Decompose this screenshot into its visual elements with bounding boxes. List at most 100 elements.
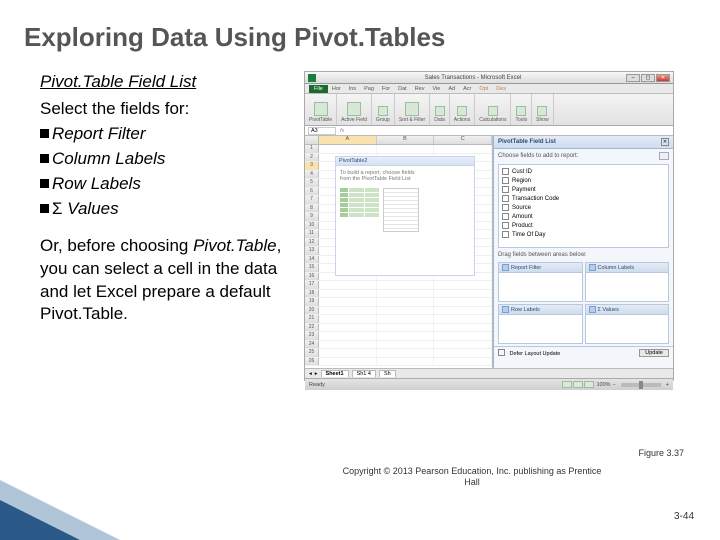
fx-icon[interactable]: fx — [340, 128, 344, 134]
zone-column-labels[interactable]: Column Labels — [585, 262, 670, 302]
row-header[interactable]: 16 — [305, 273, 319, 281]
pagebreak-view-button[interactable] — [584, 381, 594, 388]
close-button[interactable]: ✕ — [656, 74, 670, 82]
column-header[interactable]: B — [377, 136, 435, 144]
tab-nav-icon[interactable]: ▸ — [315, 371, 318, 377]
context-tab[interactable]: Des — [492, 85, 510, 93]
field-item[interactable]: Cust ID — [502, 168, 665, 175]
checkbox-icon[interactable] — [502, 195, 509, 202]
file-tab[interactable]: File — [309, 85, 328, 93]
cell[interactable] — [434, 358, 492, 366]
cell[interactable] — [377, 341, 435, 349]
cell[interactable] — [434, 290, 492, 298]
ribbon-tab[interactable]: Hor — [328, 85, 345, 93]
checkbox-icon[interactable] — [502, 177, 509, 184]
column-header[interactable]: A — [319, 136, 377, 144]
row-header[interactable]: 25 — [305, 349, 319, 357]
minimize-button[interactable]: – — [626, 74, 640, 82]
name-box[interactable]: A3 — [308, 127, 336, 135]
ribbon-group[interactable]: Active Field — [337, 94, 372, 125]
row-header[interactable]: 8 — [305, 205, 319, 213]
cell[interactable] — [377, 324, 435, 332]
cell[interactable] — [377, 281, 435, 289]
cell[interactable] — [319, 358, 377, 366]
ribbon-tab[interactable]: Vie — [428, 85, 444, 93]
row-header[interactable]: 9 — [305, 213, 319, 221]
update-button[interactable]: Update — [639, 349, 669, 357]
row-header[interactable]: 26 — [305, 358, 319, 366]
zoom-out-button[interactable]: − — [613, 382, 616, 388]
row-header[interactable]: 12 — [305, 239, 319, 247]
cell[interactable] — [319, 324, 377, 332]
zoom-slider[interactable] — [621, 383, 661, 387]
ribbon-tab[interactable]: Dat — [394, 85, 411, 93]
field-item[interactable]: Transaction Code — [502, 195, 665, 202]
row-header[interactable]: 6 — [305, 188, 319, 196]
row-header[interactable]: 11 — [305, 230, 319, 238]
cell[interactable] — [319, 290, 377, 298]
sheet-tab[interactable]: Sheet1 — [321, 370, 349, 377]
field-item[interactable]: Amount — [502, 213, 665, 220]
cell[interactable] — [319, 298, 377, 306]
ribbon-tab[interactable]: Ad — [444, 85, 459, 93]
layout-view-button[interactable] — [573, 381, 583, 388]
checkbox-icon[interactable] — [502, 204, 509, 211]
row-header[interactable]: 21 — [305, 315, 319, 323]
ribbon-group[interactable]: Data — [430, 94, 450, 125]
row-header[interactable]: 3 — [305, 162, 319, 170]
cell[interactable] — [377, 307, 435, 315]
cell[interactable] — [434, 349, 492, 357]
zone-report-filter[interactable]: Report Filter — [498, 262, 583, 302]
cell[interactable] — [434, 281, 492, 289]
field-list-layout-button[interactable] — [659, 152, 669, 160]
cell[interactable] — [377, 332, 435, 340]
checkbox-icon[interactable] — [502, 213, 509, 220]
cell[interactable] — [319, 349, 377, 357]
ribbon-group[interactable]: Tools — [511, 94, 532, 125]
row-header[interactable]: 2 — [305, 154, 319, 162]
ribbon-tab[interactable]: Ins — [345, 85, 360, 93]
ribbon-group[interactable]: Actions — [450, 94, 475, 125]
ribbon-group[interactable]: PivotTable — [305, 94, 337, 125]
checkbox-icon[interactable] — [502, 168, 509, 175]
cell[interactable] — [319, 145, 377, 153]
cell[interactable] — [319, 307, 377, 315]
checkbox-icon[interactable] — [502, 222, 509, 229]
checkbox-icon[interactable] — [502, 186, 509, 193]
field-item[interactable]: Product — [502, 222, 665, 229]
ribbon-tab[interactable]: For — [378, 85, 394, 93]
cell[interactable] — [377, 349, 435, 357]
field-list-close-button[interactable]: ✕ — [661, 138, 669, 146]
field-item[interactable]: Region — [502, 177, 665, 184]
ribbon-group[interactable]: Show — [532, 94, 554, 125]
zoom-in-button[interactable]: + — [666, 382, 669, 388]
row-header[interactable]: 13 — [305, 247, 319, 255]
cell[interactable] — [434, 341, 492, 349]
worksheet[interactable]: A B C 1234567891011121314151617181920212… — [305, 136, 493, 368]
context-tab[interactable]: Opt — [475, 85, 492, 93]
row-header[interactable]: 5 — [305, 179, 319, 187]
maximize-button[interactable]: ▢ — [641, 74, 655, 82]
row-header[interactable]: 23 — [305, 332, 319, 340]
sheet-tab[interactable]: Sh — [379, 370, 396, 377]
row-header[interactable]: 17 — [305, 281, 319, 289]
ribbon-tab[interactable]: Rev — [411, 85, 429, 93]
field-item[interactable]: Time Of Day — [502, 231, 665, 238]
row-header[interactable]: 1 — [305, 145, 319, 153]
cell[interactable] — [377, 290, 435, 298]
cell[interactable] — [434, 145, 492, 153]
cell[interactable] — [319, 332, 377, 340]
ribbon-group[interactable]: Calculations — [475, 94, 511, 125]
row-header[interactable]: 18 — [305, 290, 319, 298]
cell[interactable] — [377, 358, 435, 366]
tab-nav-icon[interactable]: ◂ — [309, 371, 312, 377]
row-header[interactable]: 10 — [305, 222, 319, 230]
sheet-tab[interactable]: Sh1 4 — [352, 370, 376, 377]
zone-values[interactable]: Σ Values — [585, 304, 670, 344]
row-header[interactable]: 20 — [305, 307, 319, 315]
checkbox-icon[interactable] — [502, 231, 509, 238]
normal-view-button[interactable] — [562, 381, 572, 388]
row-header[interactable]: 24 — [305, 341, 319, 349]
cell[interactable] — [434, 324, 492, 332]
ribbon-tab[interactable]: Pag — [360, 85, 378, 93]
